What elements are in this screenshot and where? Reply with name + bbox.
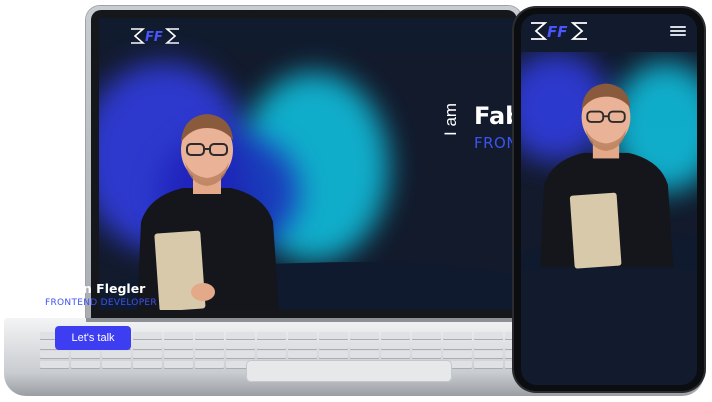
keyboard-key [133, 332, 162, 339]
hamburger-menu-icon[interactable] [670, 26, 686, 36]
keyboard-key [319, 351, 348, 358]
device-mockup: FF I am Fab FRON FF I am Fabian Flegler … [0, 0, 712, 402]
phone-site-logo[interactable]: FF [529, 18, 589, 44]
keyboard-key [319, 332, 348, 339]
keyboard-key [164, 341, 193, 349]
keyboard-key [133, 351, 162, 358]
keyboard-key [257, 341, 286, 349]
profile-photo [137, 114, 279, 310]
keyboard-key [319, 341, 348, 349]
keyboard-key [102, 351, 131, 358]
keyboard-key [412, 341, 441, 349]
keyboard-key [381, 351, 410, 358]
keyboard-key [257, 332, 286, 339]
laptop-hero-name: Fab [474, 102, 519, 130]
keyboard-key [164, 332, 193, 339]
phone-logo-text: FF [547, 23, 568, 41]
keyboard-key [474, 332, 503, 339]
phone-hero [521, 52, 697, 270]
keyboard-key [195, 351, 224, 358]
phone-hero-role: FRONTEND DEVELOPER [45, 298, 157, 308]
keyboard-key [226, 332, 255, 339]
keyboard-key [164, 360, 193, 368]
ff-logo-icon: FF [131, 28, 179, 45]
phone-screen: FF [521, 14, 697, 385]
profile-photo [540, 83, 674, 269]
keyboard-key [257, 351, 286, 358]
keyboard-key [71, 360, 100, 368]
laptop-hinge [86, 318, 522, 322]
keyboard-key [195, 341, 224, 349]
keyboard-key [381, 332, 410, 339]
laptop-trackpad [246, 360, 452, 382]
ff-logo-icon: FF [531, 22, 587, 41]
keyboard-key [40, 351, 69, 358]
keyboard-key [195, 360, 224, 368]
keyboard-key [226, 351, 255, 358]
keyboard-key [133, 360, 162, 368]
keyboard-key [474, 341, 503, 349]
laptop-screen: FF I am Fab FRON [99, 18, 519, 310]
keyboard-key [288, 341, 317, 349]
keyboard-key [133, 341, 162, 349]
keyboard-key [443, 332, 472, 339]
laptop-navbar: FF [99, 18, 519, 52]
keyboard-key [474, 360, 503, 368]
keyboard-key [350, 351, 379, 358]
phone-intro-text: I am [29, 287, 41, 309]
keyboard-key [40, 360, 69, 368]
phone-hero-name: Fabian Flegler [45, 281, 146, 296]
keyboard-key [288, 332, 317, 339]
laptop-logo-text: FF [145, 30, 163, 45]
keyboard-key [71, 351, 100, 358]
keyboard-key [350, 341, 379, 349]
keyboard-key [443, 341, 472, 349]
keyboard-key [195, 332, 224, 339]
keyboard-key [412, 351, 441, 358]
laptop-intro-text: I am [441, 102, 460, 136]
keyboard-key [474, 351, 503, 358]
lets-talk-button[interactable]: Let's talk [55, 326, 131, 350]
keyboard-key [164, 351, 193, 358]
keyboard-key [350, 332, 379, 339]
laptop-hero [99, 52, 519, 310]
keyboard-key [226, 341, 255, 349]
keyboard-key [102, 360, 131, 368]
keyboard-key [443, 351, 472, 358]
keyboard-key [288, 351, 317, 358]
keyboard-key [381, 341, 410, 349]
laptop-site-logo[interactable]: FF [129, 25, 181, 47]
laptop-hero-role: FRON [474, 134, 519, 152]
keyboard-key [412, 332, 441, 339]
